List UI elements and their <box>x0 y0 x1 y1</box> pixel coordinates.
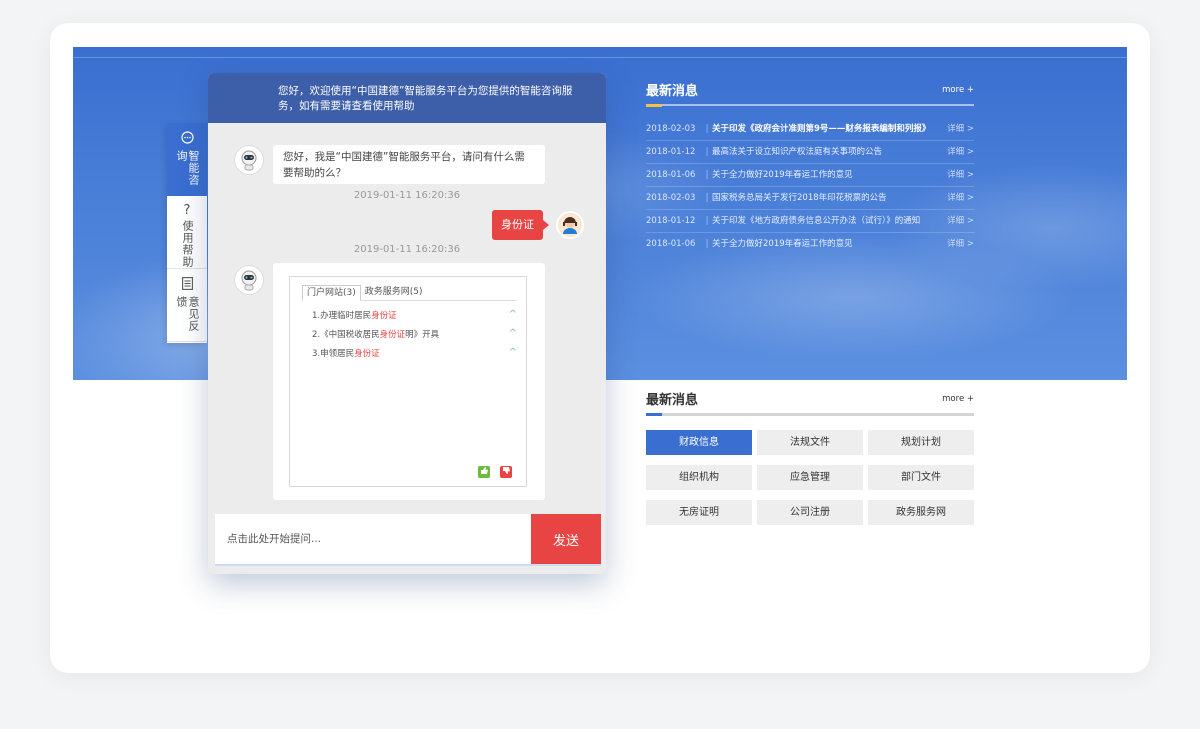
category-button[interactable]: 公司注册 <box>757 500 863 525</box>
category-button[interactable]: 财政信息 <box>646 430 752 455</box>
robot-avatar-icon <box>234 145 264 175</box>
news-row-title: 国家税务总局关于发行2018年印花税票的公告 <box>712 193 887 203</box>
bot-result-bubble: 门户网站(3) 政务服务网(5) 1.办理临时居民身份证 ^ 2.《中国税收居民… <box>273 263 545 500</box>
tab-portal-site[interactable]: 门户网站(3) <box>302 285 361 301</box>
news-row[interactable]: 2018-01-12 | 最高法关于设立知识产权法庭有关事项的公告 详细 > <box>646 141 974 164</box>
chat-input-row: 发送 <box>215 514 601 566</box>
thumbs-down-icon[interactable] <box>500 466 512 478</box>
news-row-title: 最高法关于设立知识产权法庭有关事项的公告 <box>712 147 883 157</box>
category-button[interactable]: 政务服务网 <box>868 500 974 525</box>
chat-bubble-icon <box>180 131 194 148</box>
news-title-accent <box>646 104 662 107</box>
category-header: 最新消息 more + <box>646 389 974 413</box>
chevron-up-icon[interactable]: ^ <box>509 305 517 324</box>
banner-divider <box>73 57 1127 58</box>
news-row-title: 关于全力做好2019年春运工作的意见 <box>712 239 853 249</box>
news-more-link[interactable]: more + <box>942 85 974 95</box>
question-input[interactable] <box>215 514 531 564</box>
search-result-box: 门户网站(3) 政务服务网(5) 1.办理临时居民身份证 ^ 2.《中国税收居民… <box>289 276 527 487</box>
category-button[interactable]: 应急管理 <box>757 465 863 490</box>
result-item[interactable]: 3.申领居民身份证 ^ <box>312 345 517 364</box>
latest-news-panel: 最新消息 more + 2018-02-03 | 关于印发《政府会计准则第9号——… <box>646 80 974 256</box>
category-title-accent <box>646 413 662 416</box>
result-item[interactable]: 2.《中国税收居民身份证明》开具 ^ <box>312 326 517 345</box>
tab-smart-consult-label: 智能咨询 <box>175 150 200 186</box>
side-tab-bar: 智能咨询 ? 使用帮助 意见反馈 <box>167 123 207 343</box>
tab-help[interactable]: ? 使用帮助 <box>167 196 207 269</box>
result-list: 1.办理临时居民身份证 ^ 2.《中国税收居民身份证明》开具 ^ 3.申领居民身… <box>290 301 526 364</box>
news-detail-link[interactable]: 详细 > <box>944 233 974 256</box>
category-title: 最新消息 <box>646 393 699 408</box>
news-row[interactable]: 2018-01-12 | 关于印发《地方政府债务信息公开办法（试行）》的通知 详细… <box>646 210 974 233</box>
category-button[interactable]: 组织机构 <box>646 465 752 490</box>
robot-avatar-icon <box>234 265 264 295</box>
news-row[interactable]: 2018-02-03 | 国家税务总局关于发行2018年印花税票的公告 详细 > <box>646 187 974 210</box>
category-button[interactable]: 法规文件 <box>757 430 863 455</box>
chat-panel: 您好，欢迎使用“中国建德”智能服务平台为您提供的智能咨询服务，如有需要请查看使用… <box>208 73 606 574</box>
category-button[interactable]: 无房证明 <box>646 500 752 525</box>
news-detail-link[interactable]: 详细 > <box>944 164 974 186</box>
category-button[interactable]: 规划计划 <box>868 430 974 455</box>
message-timestamp: 2019-01-11 16:20:36 <box>353 244 461 255</box>
news-detail-link[interactable]: 详细 > <box>944 210 974 232</box>
result-tab-bar: 门户网站(3) 政务服务网(5) <box>302 285 516 301</box>
tab-smart-consult[interactable]: 智能咨询 <box>167 123 207 196</box>
category-grid: 财政信息 法规文件 规划计划 组织机构 应急管理 部门文件 无房证明 公司注册 … <box>646 430 974 525</box>
news-row-title: 关于印发《地方政府债务信息公开办法（试行）》的通知 <box>712 216 921 226</box>
news-row[interactable]: 2018-01-06 | 关于全力做好2019年春运工作的意见 详细 > <box>646 164 974 187</box>
news-row[interactable]: 2018-02-03 | 关于印发《政府会计准则第9号——财务报表编制和列报》 详… <box>646 118 974 141</box>
news-row-title: 关于印发《政府会计准则第9号——财务报表编制和列报》 <box>712 124 931 134</box>
news-title-underline <box>646 104 974 107</box>
question-icon: ? <box>183 203 191 218</box>
user-avatar-icon <box>556 211 584 239</box>
news-list: 2018-02-03 | 关于印发《政府会计准则第9号——财务报表编制和列报》 详… <box>646 118 974 256</box>
user-message-bubble: 身份证 <box>492 210 549 240</box>
news-detail-link[interactable]: 详细 > <box>944 141 974 163</box>
result-item[interactable]: 1.办理临时居民身份证 ^ <box>312 307 517 326</box>
bot-greeting-bubble: 您好，我是“中国建德”智能服务平台，请问有什么需要帮助的么？ <box>273 145 545 184</box>
news-row[interactable]: 2018-01-06 | 关于全力做好2019年春运工作的意见 详细 > <box>646 233 974 256</box>
chat-header: 您好，欢迎使用“中国建德”智能服务平台为您提供的智能咨询服务，如有需要请查看使用… <box>208 73 606 123</box>
message-timestamp: 2019-01-11 16:20:36 <box>353 190 461 201</box>
tab-help-label: 使用帮助 <box>181 220 194 268</box>
news-detail-link[interactable]: 详细 > <box>944 118 974 140</box>
chevron-up-icon[interactable]: ^ <box>509 343 517 362</box>
document-icon <box>181 277 193 294</box>
news-detail-link[interactable]: 详细 > <box>944 187 974 209</box>
tab-feedback-label: 意见反馈 <box>175 296 200 332</box>
chevron-up-icon[interactable]: ^ <box>509 324 517 343</box>
news-header: 最新消息 more + <box>646 80 974 104</box>
category-button[interactable]: 部门文件 <box>868 465 974 490</box>
chat-body[interactable]: 您好，我是“中国建德”智能服务平台，请问有什么需要帮助的么？ 2019-01-1… <box>208 123 606 515</box>
send-button[interactable]: 发送 <box>531 514 601 564</box>
thumbs-up-icon[interactable] <box>478 466 490 478</box>
category-more-link[interactable]: more + <box>942 394 974 404</box>
category-title-underline <box>646 413 974 416</box>
news-row-title: 关于全力做好2019年春运工作的意见 <box>712 170 853 180</box>
tab-gov-service-net[interactable]: 政务服务网(5) <box>361 285 427 300</box>
news-title: 最新消息 <box>646 84 699 99</box>
tab-feedback[interactable]: 意见反馈 <box>167 269 207 342</box>
category-panel: 最新消息 more + 财政信息 法规文件 规划计划 组织机构 应急管理 部门文… <box>646 389 974 525</box>
